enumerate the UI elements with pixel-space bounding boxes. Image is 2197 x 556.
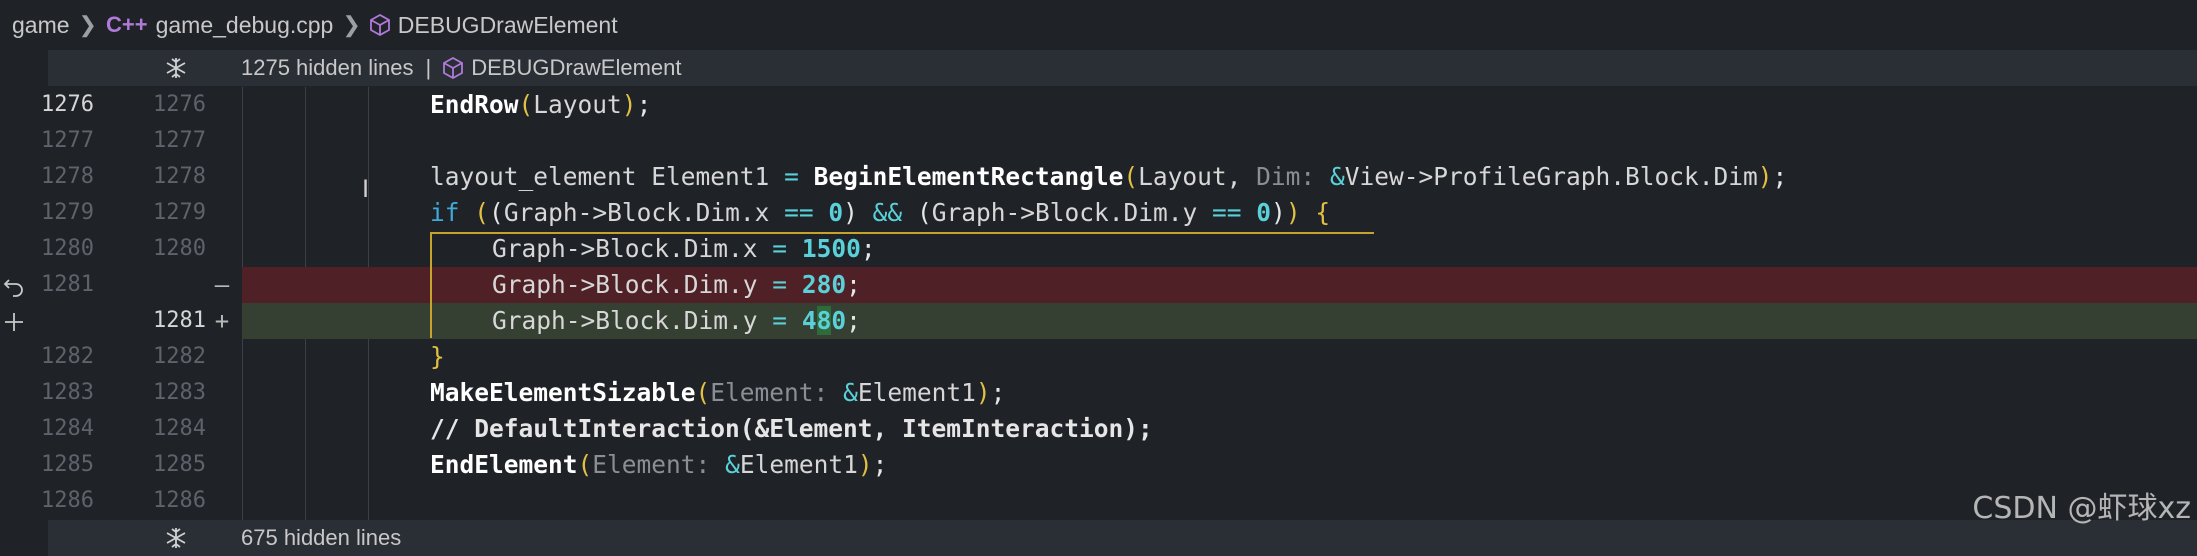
code-line[interactable]: 1280 1280 Graph->Block.Dim.x = 1500; — [0, 231, 2197, 267]
hidden-lines-count: 1275 hidden lines — [241, 55, 414, 80]
breadcrumb-file-label: game_debug.cpp — [155, 11, 334, 38]
hidden-lines-symbol: DEBUGDrawElement — [471, 55, 682, 80]
divider: | — [425, 55, 432, 80]
inlay-hint: Element: — [592, 450, 711, 479]
old-line-number: 1280 — [41, 236, 94, 261]
removed-marker: — — [214, 271, 230, 299]
removed-line[interactable]: 1281 — Graph->Block.Dim.y = 280; — [0, 267, 2197, 303]
code-line[interactable]: 1276 1276 EndRow(Layout); — [0, 87, 2197, 123]
old-line-number: 1281 — [41, 272, 94, 297]
new-line-number: 1278 — [153, 164, 206, 189]
code-text: EndElement(Element: &Element1); — [430, 450, 888, 479]
breadcrumb-symbol[interactable]: DEBUGDrawElement — [369, 11, 618, 39]
revert-change-icon[interactable] — [0, 271, 28, 305]
unfold-icon[interactable] — [163, 525, 189, 551]
hidden-lines-info: 675 hidden lines — [241, 525, 401, 551]
new-line-number: 1282 — [153, 344, 206, 369]
added-line[interactable]: 1281 + Graph->Block.Dim.y = 480; — [0, 303, 2197, 339]
hidden-lines-bar-bottom[interactable]: 675 hidden lines — [48, 520, 2197, 556]
chevron-right-icon: ❯ — [78, 12, 97, 37]
cube-icon — [369, 14, 390, 36]
new-line-number: 1283 — [153, 380, 206, 405]
code-text: Graph->Block.Dim.y = 280; — [492, 270, 861, 299]
old-line-number: 1283 — [41, 380, 94, 405]
code-text: // DefaultInteraction(&Element, ItemInte… — [430, 411, 1153, 447]
old-line-number: 1279 — [41, 200, 94, 225]
hidden-lines-bar-top[interactable]: 1275 hidden lines | DEBUGDrawElement — [48, 50, 2197, 86]
new-line-number: 1277 — [153, 128, 206, 153]
code-line[interactable]: 1279 1279 if ((Graph->Block.Dim.x == 0) … — [0, 195, 2197, 231]
comment: // DefaultInteraction(&Element, ItemInte… — [430, 414, 1153, 443]
unfold-icon[interactable] — [163, 55, 189, 81]
old-line-number: 1282 — [41, 344, 94, 369]
inlay-hint: Element: — [710, 378, 829, 407]
old-line-number: 1286 — [41, 488, 94, 513]
code-text: MakeElementSizable(Element: &Element1); — [430, 378, 1006, 407]
code-text: layout_element Element1 = BeginElementRe… — [430, 162, 1788, 191]
old-line-number: 1278 — [41, 164, 94, 189]
new-line-number: 1284 — [153, 416, 206, 441]
breadcrumb-root[interactable]: game — [12, 12, 70, 39]
code-line[interactable]: 1284 1284 // DefaultInteraction(&Element… — [0, 411, 2197, 447]
new-line-number: 1280 — [153, 236, 206, 261]
stage-change-icon[interactable] — [0, 305, 28, 339]
code-line[interactable]: 1282 1282 } — [0, 339, 2197, 375]
breadcrumb: game ❯ C++ game_debug.cpp ❯ DEBUGDrawEle… — [0, 0, 2197, 50]
code-line[interactable]: 1285 1285 EndElement(Element: &Element1)… — [0, 447, 2197, 483]
code-text: } — [430, 342, 445, 371]
hidden-lines-count: 675 hidden lines — [241, 525, 402, 550]
diff-editor[interactable]: 1276 1276 EndRow(Layout); 1277 1277 1278… — [0, 87, 2197, 520]
old-line-number: 1276 — [41, 92, 94, 117]
cube-icon — [443, 57, 464, 79]
breadcrumb-file[interactable]: C++ game_debug.cpp — [106, 12, 333, 39]
scope-guide-left — [430, 234, 432, 338]
code-text: EndRow(Layout); — [430, 90, 652, 119]
old-line-number: 1284 — [41, 416, 94, 441]
code-line[interactable]: 1278 1278 layout_element Element1 = Begi… — [0, 159, 2197, 195]
new-line-number: 1285 — [153, 452, 206, 477]
old-line-number: 1277 — [41, 128, 94, 153]
hidden-lines-info: 1275 hidden lines | DEBUGDrawElement — [241, 55, 681, 81]
new-line-number: 1276 — [153, 92, 206, 117]
code-line[interactable]: 1286 1286 — [0, 483, 2197, 519]
breadcrumb-symbol-label: DEBUGDrawElement — [397, 11, 618, 38]
inlay-hint: Dim: — [1256, 162, 1316, 191]
old-line-number: 1285 — [41, 452, 94, 477]
new-line-number: 1286 — [153, 488, 206, 513]
scope-guide-top — [430, 232, 1374, 234]
code-text: Graph->Block.Dim.y = 480; — [492, 306, 861, 335]
code-line[interactable]: 1277 1277 — [0, 123, 2197, 159]
new-line-number: 1281 — [153, 308, 206, 333]
new-line-number: 1279 — [153, 200, 206, 225]
text-cursor-icon: I — [362, 175, 370, 203]
code-text: Graph->Block.Dim.x = 1500; — [492, 234, 876, 263]
watermark: CSDN @虾球xz — [1972, 491, 2191, 526]
cpp-file-icon: C++ — [105, 12, 148, 37]
code-line[interactable]: 1283 1283 MakeElementSizable(Element: &E… — [0, 375, 2197, 411]
chevron-right-icon: ❯ — [342, 12, 361, 37]
changed-char-highlight: 8 — [816, 306, 832, 335]
code-text: if ((Graph->Block.Dim.x == 0) && (Graph-… — [430, 198, 1331, 227]
added-marker: + — [214, 307, 230, 335]
